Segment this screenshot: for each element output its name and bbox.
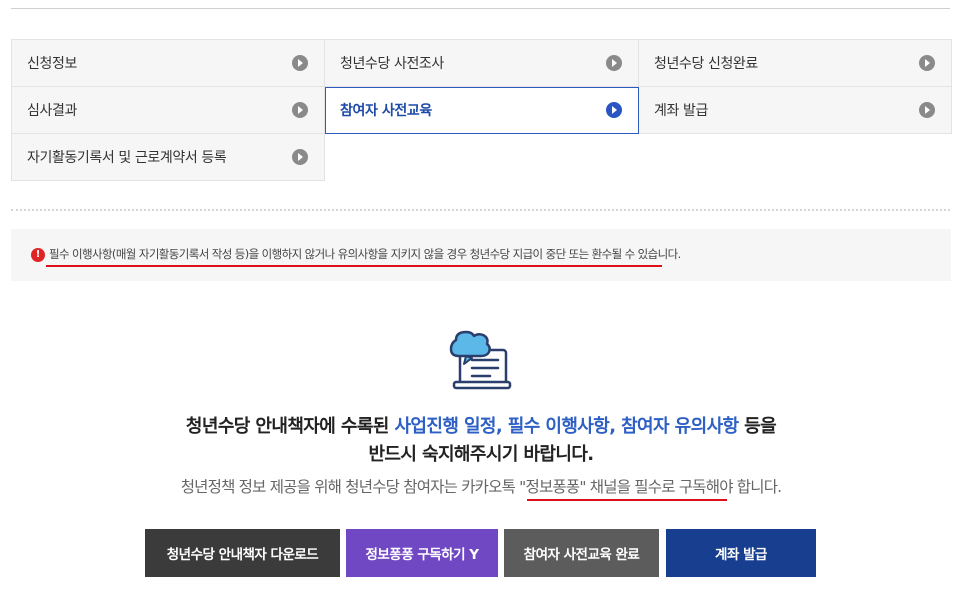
step-menu: 신청정보 청년수당 사전조사 청년수당 신청완료 심사결과 참여자 사전교육 계… bbox=[11, 39, 952, 181]
emphasis-underline bbox=[46, 265, 662, 267]
step-item-activity-record[interactable]: 자기활동기록서 및 근로계약서 등록 bbox=[12, 134, 325, 181]
subscribe-button[interactable]: 정보퐁퐁 구독하기 Y bbox=[346, 529, 498, 577]
step-label: 신청정보 bbox=[27, 56, 77, 72]
exclamation-icon: ! bbox=[31, 248, 45, 262]
step-item-application-info[interactable]: 신청정보 bbox=[12, 40, 325, 87]
notice-text: 필수 이행사항(매월 자기활동기록서 작성 등)을 이행하지 않거나 유의사항을… bbox=[49, 247, 681, 261]
guide-subline: 청년정책 정보 제공을 위해 청년수당 참여자는 카카오톡 "정보퐁퐁" 채널을… bbox=[180, 478, 782, 496]
complete-education-button[interactable]: 참여자 사전교육 완료 bbox=[504, 529, 659, 577]
arrow-right-circle-icon bbox=[919, 102, 935, 118]
arrow-right-circle-icon bbox=[292, 55, 308, 71]
headline-suffix: 등을 bbox=[738, 416, 777, 437]
account-issue-button[interactable]: 계좌 발급 bbox=[666, 529, 816, 577]
step-label: 참여자 사전교육 bbox=[340, 103, 432, 119]
step-item-account-issue[interactable]: 계좌 발급 bbox=[639, 87, 952, 134]
empty-cell bbox=[325, 134, 639, 181]
top-divider bbox=[11, 8, 950, 9]
dotted-divider bbox=[11, 209, 950, 211]
emphasis-underline bbox=[527, 499, 727, 501]
arrow-right-circle-icon bbox=[919, 55, 935, 71]
headline-line2: 반드시 숙지해주시기 바랍니다. bbox=[368, 444, 594, 465]
headline-highlight: 사업진행 일정, 필수 이행사항, 참여자 유의사항 bbox=[394, 416, 739, 437]
step-item-review-result[interactable]: 심사결과 bbox=[12, 87, 325, 134]
step-label: 계좌 발급 bbox=[654, 103, 708, 119]
step-item-pre-survey[interactable]: 청년수당 사전조사 bbox=[325, 40, 639, 87]
arrow-right-circle-icon bbox=[292, 149, 308, 165]
step-item-pre-education[interactable]: 참여자 사전교육 bbox=[325, 87, 639, 134]
step-label: 청년수당 신청완료 bbox=[654, 56, 758, 72]
step-label: 청년수당 사전조사 bbox=[340, 56, 444, 72]
empty-cell bbox=[639, 134, 952, 181]
headline-prefix: 청년수당 안내책자에 수록된 bbox=[185, 416, 395, 437]
step-label: 심사결과 bbox=[27, 103, 77, 119]
guide-headline: 청년수당 안내책자에 수록된 사업진행 일정, 필수 이행사항, 참여자 유의사… bbox=[0, 413, 962, 469]
arrow-right-circle-icon bbox=[606, 55, 622, 71]
notice-box: ! 필수 이행사항(매월 자기활동기록서 작성 등)을 이행하지 않거나 유의사… bbox=[11, 229, 951, 281]
step-item-application-complete[interactable]: 청년수당 신청완료 bbox=[639, 40, 952, 87]
document-chat-icon bbox=[449, 330, 512, 390]
arrow-right-circle-icon bbox=[606, 102, 622, 118]
arrow-right-circle-icon bbox=[292, 102, 308, 118]
download-guidebook-button[interactable]: 청년수당 안내책자 다운로드 bbox=[145, 529, 340, 577]
step-label: 자기활동기록서 및 근로계약서 등록 bbox=[27, 150, 227, 166]
